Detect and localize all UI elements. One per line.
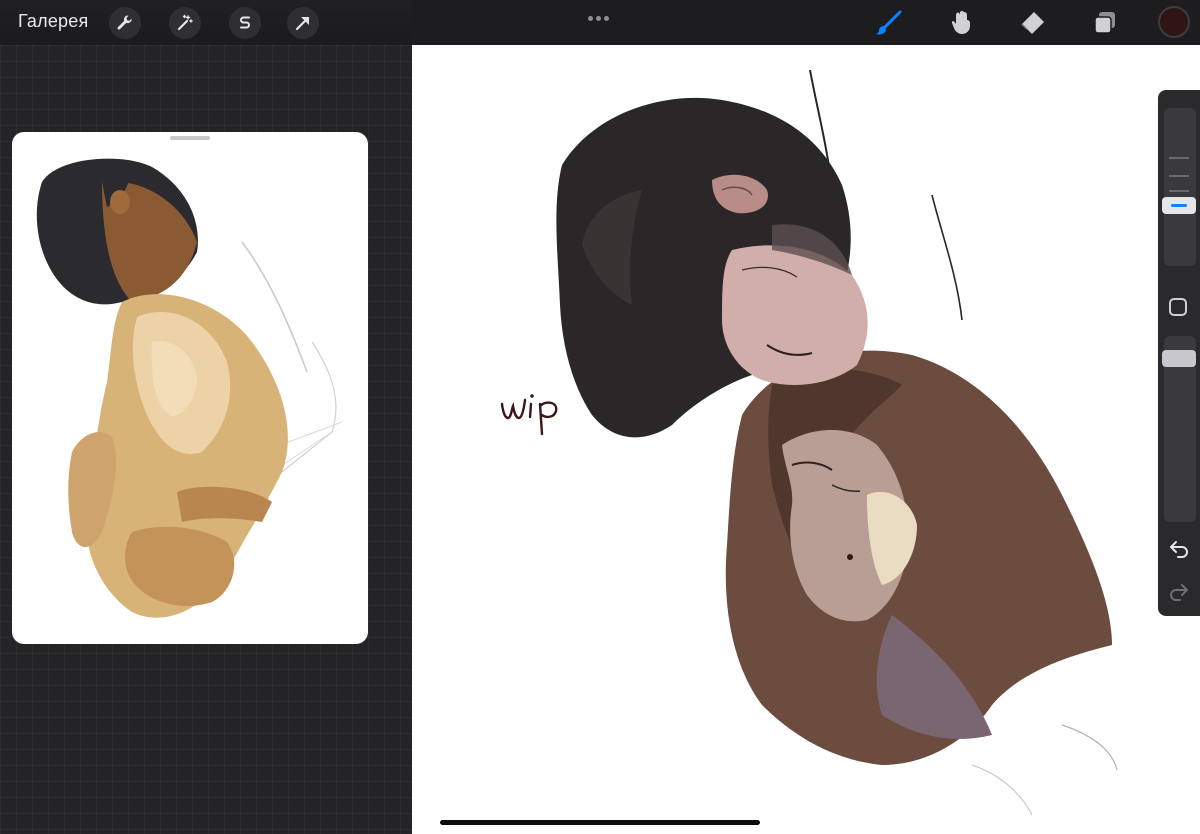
- brush-size-thumb[interactable]: [1162, 197, 1196, 214]
- wrench-icon[interactable]: [109, 7, 141, 39]
- redo-icon[interactable]: [1168, 580, 1190, 602]
- transform-arrow-icon[interactable]: [287, 7, 319, 39]
- top-toolbar: Галерея: [0, 0, 1200, 45]
- color-picker-swatch[interactable]: [1158, 6, 1190, 38]
- wip-note-text: wip: [412, 45, 413, 46]
- undo-icon[interactable]: [1168, 537, 1190, 559]
- size-tick: [1169, 190, 1189, 192]
- layers-icon[interactable]: [1090, 8, 1120, 38]
- gallery-button[interactable]: Галерея: [18, 11, 88, 32]
- opacity-thumb[interactable]: [1162, 350, 1196, 367]
- more-options-icon[interactable]: [588, 8, 612, 21]
- selection-s-icon[interactable]: [229, 7, 261, 39]
- magic-wand-icon[interactable]: [169, 7, 201, 39]
- reference-drag-handle[interactable]: [170, 136, 210, 140]
- artwork: [556, 69, 1118, 816]
- smudge-icon[interactable]: [946, 8, 976, 38]
- brush-icon[interactable]: [874, 8, 904, 38]
- reference-window[interactable]: [12, 132, 368, 644]
- home-indicator[interactable]: [440, 820, 760, 825]
- eraser-icon[interactable]: [1017, 8, 1047, 38]
- size-tick: [1169, 157, 1189, 159]
- wip-handwriting: [500, 394, 558, 436]
- size-tick: [1169, 175, 1189, 177]
- drawing-canvas[interactable]: wip: [412, 45, 1200, 834]
- brush-size-slider[interactable]: [1164, 108, 1196, 266]
- reference-image: [36, 158, 343, 618]
- modify-button[interactable]: [1169, 298, 1187, 316]
